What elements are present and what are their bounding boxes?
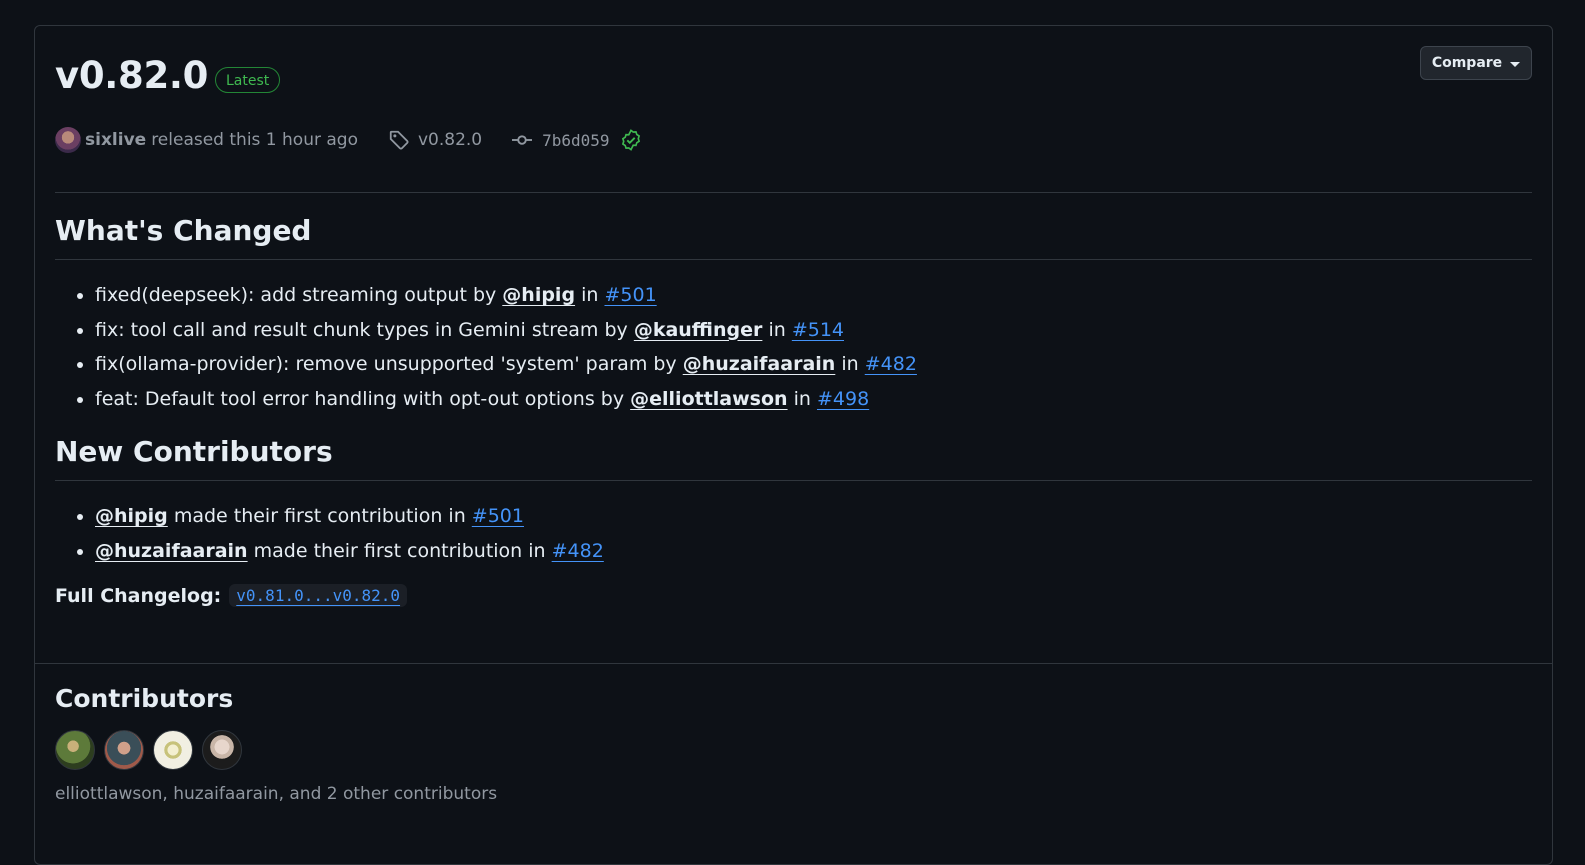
release-title[interactable]: v0.82.0 (55, 54, 208, 98)
pr-link[interactable]: #498 (817, 388, 869, 410)
pr-link[interactable]: #482 (865, 353, 917, 375)
pr-link[interactable]: #501 (472, 505, 524, 527)
changelog-link[interactable]: v0.81.0...v0.82.0 (236, 586, 400, 605)
pr-link[interactable]: #514 (792, 319, 844, 341)
compare-label: Compare (1431, 55, 1503, 71)
contributor-avatar[interactable] (55, 730, 95, 770)
release-card: v0.82.0 Latest Compare sixlive released … (34, 25, 1553, 865)
pr-link[interactable]: #482 (552, 540, 604, 562)
contributors-summary: elliottlawson, huzaifaarain, and 2 other… (55, 784, 498, 804)
user-mention[interactable]: @elliottlawson (630, 388, 787, 410)
divider (55, 192, 1532, 193)
list-item: fix(ollama-provider): remove unsupported… (95, 347, 1532, 382)
contributor-avatars (55, 730, 242, 770)
changelog-code: v0.81.0...v0.82.0 (229, 584, 408, 607)
full-changelog: Full Changelog: v0.81.0...v0.82.0 (55, 584, 1532, 607)
contributor-avatar[interactable] (104, 730, 144, 770)
new-contributors-heading: New Contributors (55, 432, 1532, 481)
release-notes: What's Changed fixed(deepseek): add stre… (55, 211, 1532, 607)
user-mention[interactable]: @kauffinger (634, 319, 763, 341)
in-text: in (841, 353, 859, 375)
tag-label: v0.82.0 (417, 130, 483, 150)
changes-list: fixed(deepseek): add streaming output by… (55, 278, 1532, 416)
tag-link[interactable]: v0.82.0 (388, 129, 482, 151)
user-mention[interactable]: @huzaifaarain (683, 353, 836, 375)
release-meta: sixlive released this 1 hour ago v0.82.0… (55, 126, 642, 154)
contributor-avatar[interactable] (153, 730, 193, 770)
contributors-section: Contributors elliottlawson, huzaifaarain… (35, 663, 1552, 804)
compare-button[interactable]: Compare (1420, 46, 1532, 80)
commit-link[interactable]: 7b6d059 (512, 129, 641, 151)
change-text: fix(ollama-provider): remove unsupported… (95, 353, 677, 375)
caret-down-icon (1510, 61, 1521, 67)
user-mention[interactable]: @hipig (502, 284, 575, 306)
list-item: @hipig made their first contribution in … (95, 499, 1532, 534)
list-item: fixed(deepseek): add streaming output by… (95, 278, 1532, 313)
contributors-heading: Contributors (55, 684, 234, 713)
commit-icon (512, 135, 533, 145)
author-avatar[interactable] (55, 127, 81, 153)
changelog-label: Full Changelog: (55, 584, 222, 607)
change-text: feat: Default tool error handling with o… (95, 387, 625, 410)
user-mention[interactable]: @huzaifaarain (95, 540, 248, 562)
in-text: in (768, 318, 786, 341)
list-item: @huzaifaarain made their first contribut… (95, 534, 1532, 569)
in-text: in (793, 387, 811, 410)
in-text: in (581, 284, 599, 306)
list-item: fix: tool call and result chunk types in… (95, 313, 1532, 348)
whats-changed-heading: What's Changed (55, 211, 1532, 260)
verified-icon (621, 129, 640, 151)
contributor-avatar[interactable] (202, 730, 242, 770)
tag-icon (389, 130, 409, 150)
author-name[interactable]: sixlive (85, 130, 146, 150)
commit-hash: 7b6d059 (542, 130, 610, 150)
latest-badge: Latest (215, 67, 281, 93)
contribution-text: made their first contribution in (253, 539, 546, 562)
list-item: feat: Default tool error handling with o… (95, 382, 1532, 417)
contribution-text: made their first contribution in (173, 505, 466, 527)
pr-link[interactable]: #501 (604, 284, 656, 306)
released-text: released this 1 hour ago (151, 130, 358, 150)
change-text: fixed(deepseek): add streaming output by (95, 284, 497, 306)
user-mention[interactable]: @hipig (95, 505, 168, 527)
new-contributors-list: @hipig made their first contribution in … (55, 499, 1532, 568)
change-text: fix: tool call and result chunk types in… (95, 318, 628, 341)
